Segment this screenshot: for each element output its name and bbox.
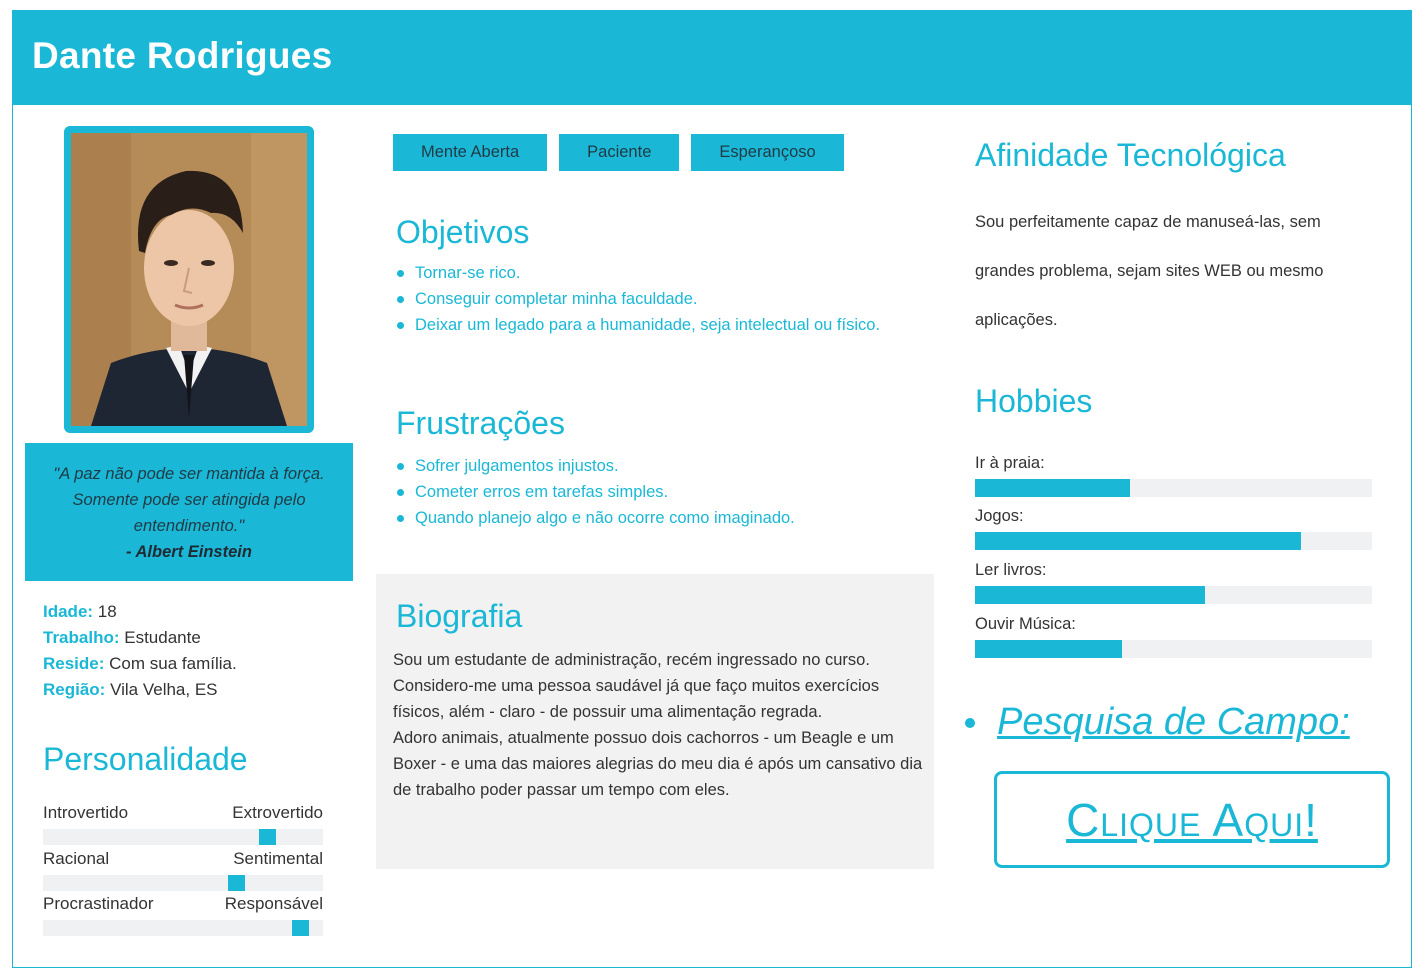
biography-panel: Biografia Sou um estudante de administra… [376, 574, 934, 869]
fact-key: Idade: [43, 602, 94, 621]
personality-slider: Introvertido Extrovertido [43, 803, 323, 845]
list-item: Conseguir completar minha faculdade. [396, 286, 880, 312]
hobby-track [975, 640, 1372, 658]
bullet-icon [965, 717, 975, 728]
trait-track [43, 920, 323, 936]
persona-card: Dante Rodrigues "A paz não pode ser mant… [12, 10, 1412, 968]
frustrations-list: Sofrer julgamentos injustos. Cometer err… [396, 453, 795, 531]
hobby-bar: Jogos: [975, 506, 1372, 550]
hobby-fill [975, 586, 1206, 604]
goals-list: Tornar-se rico. Conseguir completar minh… [396, 260, 880, 338]
trait-marker [227, 875, 245, 891]
list-item: Quando planejo algo e não ocorre como im… [397, 505, 795, 531]
header-bar: Dante Rodrigues [13, 11, 1411, 105]
trait-right-label: Sentimental [233, 849, 323, 868]
fact-key: Reside: [43, 654, 105, 673]
tech-affinity-title: Afinidade Tecnológica [975, 137, 1286, 173]
fact-value: Estudante [124, 628, 201, 647]
list-item: Deixar um legado para a humanidade, seja… [396, 312, 880, 338]
fact-value: Com sua família. [109, 654, 237, 673]
frustrations-title: Frustrações [396, 405, 565, 441]
list-item: Sofrer julgamentos injustos. [397, 453, 795, 479]
field-research-label: Pesquisa de Campo: [997, 701, 1350, 743]
field-research-link[interactable]: Pesquisa de Campo: [965, 701, 1350, 744]
personality-slider: Racional Sentimental [43, 849, 323, 891]
hobby-track [975, 586, 1372, 604]
trait-left-label: Procrastinador [43, 894, 154, 913]
trait-left-label: Introvertido [43, 803, 129, 822]
hobby-label: Ir à praia: [975, 454, 1045, 472]
trait-right-label: Extrovertido [232, 803, 323, 822]
hobby-track [975, 532, 1372, 550]
quote-box: "A paz não pode ser mantida à força. Som… [25, 443, 353, 581]
quote-author: - Albert Einstein [126, 543, 252, 561]
hobbies-title: Hobbies [975, 383, 1093, 419]
hobby-bar: Ir à praia: [975, 453, 1372, 497]
goals-title: Objetivos [396, 214, 530, 250]
hobby-fill [975, 479, 1130, 497]
persona-name: Dante Rodrigues [32, 35, 333, 76]
tag-esperancoso: Esperançoso [691, 134, 844, 171]
trait-marker [258, 829, 276, 845]
fact-region: Região: Vila Velha, ES [43, 677, 237, 703]
hobby-label: Ouvir Música: [975, 615, 1076, 633]
list-item: Tornar-se rico. [396, 260, 880, 286]
tag-paciente: Paciente [559, 134, 680, 171]
fact-value: 18 [97, 602, 117, 621]
hobby-bar: Ler livros: [975, 560, 1372, 604]
biography-paragraph: Sou um estudante de administração, recém… [393, 651, 880, 721]
hobby-label: Ler livros: [975, 561, 1047, 579]
hobby-bar: Ouvir Música: [975, 614, 1372, 658]
profile-photo [71, 133, 307, 426]
biography-title: Biografia [396, 598, 523, 634]
fact-job: Trabalho: Estudante [43, 625, 237, 651]
fact-age: Idade: 18 [43, 599, 237, 625]
trait-tags: Mente Aberta Paciente Esperançoso [393, 134, 844, 171]
quote-text: "A paz não pode ser mantida à força. Som… [53, 465, 325, 535]
fact-value: Vila Velha, ES [110, 680, 218, 699]
biography-paragraph: Adoro animais, atualmente possuo dois ca… [393, 729, 923, 799]
list-item: Cometer erros em tarefas simples. [397, 479, 795, 505]
fact-key: Região: [43, 680, 106, 699]
trait-right-label: Responsável [224, 894, 323, 913]
fact-residence: Reside: Com sua família. [43, 651, 237, 677]
personal-facts: Idade: 18 Trabalho: Estudante Reside: Co… [43, 599, 237, 703]
tech-affinity-text: Sou perfeitamente capaz de manuseá-las, … [975, 213, 1324, 329]
hobby-fill [975, 640, 1122, 658]
profile-photo-frame [64, 126, 314, 433]
hobby-fill [975, 532, 1301, 550]
tag-mente-aberta: Mente Aberta [393, 134, 548, 171]
hobby-label: Jogos: [975, 507, 1024, 525]
fact-key: Trabalho: [43, 628, 120, 647]
trait-left-label: Racional [43, 849, 110, 868]
click-here-button[interactable]: Clique Aqui! [994, 771, 1390, 868]
biography-text: Sou um estudante de administração, recém… [393, 647, 923, 803]
personality-title: Personalidade [43, 741, 248, 777]
hobby-track [975, 479, 1372, 497]
trait-track [43, 875, 323, 891]
trait-track [43, 829, 323, 845]
trait-marker [292, 920, 310, 936]
personality-slider: Procrastinador Responsável [43, 894, 323, 936]
